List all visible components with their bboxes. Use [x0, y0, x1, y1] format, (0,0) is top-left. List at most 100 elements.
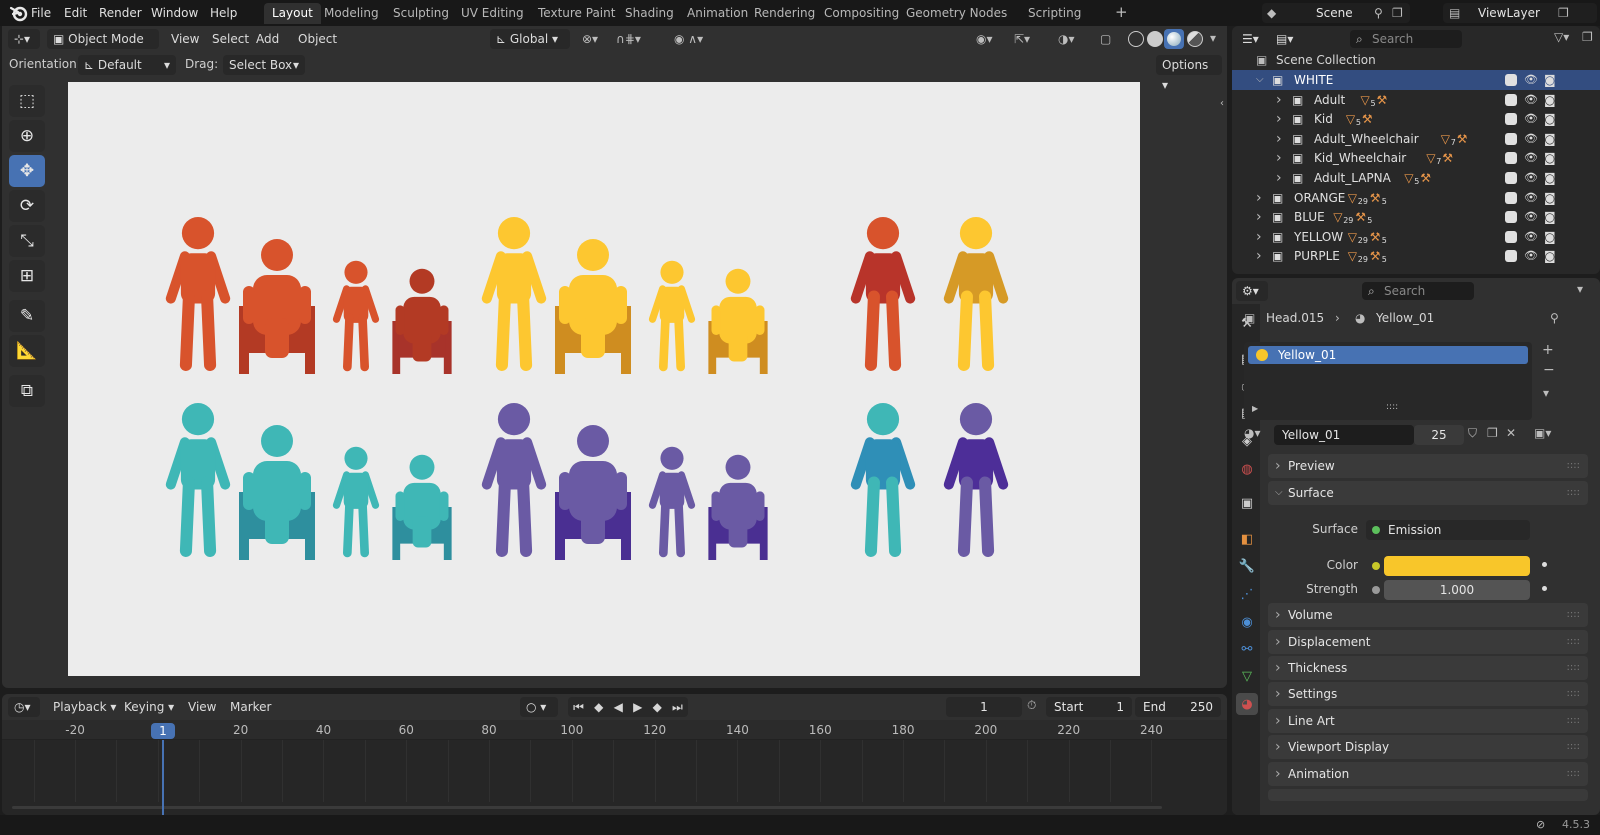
color-keyframe-icon[interactable] [1542, 562, 1547, 567]
scene-selector[interactable]: ◆ Scene ⚲ ❐ [1262, 3, 1410, 23]
breadcrumb-object[interactable]: Head.015 [1266, 308, 1324, 328]
tab-animation[interactable]: Animation [679, 3, 756, 24]
viewport-menu-select[interactable]: Select [206, 29, 255, 49]
props-tab-constraints[interactable]: ⚯ [1236, 638, 1258, 660]
adult-wheelchair-teal[interactable] [239, 425, 315, 560]
panel-partial[interactable] [1268, 789, 1588, 801]
material-browse-icon[interactable]: ◕▾ [1244, 426, 1261, 440]
orientation-dropdown[interactable]: ⊾ Default ▾ [78, 55, 176, 75]
props-options-icon[interactable]: ▾ [1577, 282, 1583, 296]
outliner-row-blue[interactable]: › ▣ BLUE ▽ 29 ⚒ 5 👁 ◙ [1232, 207, 1600, 227]
prev-keyframe-icon[interactable]: ◆ [594, 700, 603, 714]
camera-icon[interactable]: ◙ [1544, 148, 1556, 168]
adult-orange[interactable] [165, 217, 231, 371]
camera-icon[interactable]: ◙ [1544, 207, 1556, 227]
preview-range-icon[interactable]: ⏱ [1027, 698, 1036, 713]
exclude-checkbox[interactable] [1505, 113, 1517, 126]
list-resize-handle[interactable]: :::: [1386, 402, 1398, 412]
timeline-body[interactable] [2, 740, 1227, 815]
timeline-menu-marker[interactable]: Marker [224, 697, 277, 717]
viewport-menu-add[interactable]: Add [250, 29, 285, 49]
chevron-right-icon[interactable]: › [1256, 246, 1262, 266]
pivot-icon[interactable]: ⊗▾ [576, 29, 604, 49]
chevron-right-icon[interactable]: › [1276, 90, 1282, 110]
mode-dropdown[interactable]: ▣ Object Mode ▾ [47, 29, 159, 66]
wireframe-shading-icon[interactable] [1128, 31, 1144, 47]
eye-icon[interactable]: 👁 [1524, 227, 1538, 247]
drag-handle-icon[interactable]: :::: [1567, 454, 1580, 478]
camera-icon[interactable]: ◙ [1544, 246, 1556, 266]
eye-icon[interactable]: 👁 [1524, 168, 1538, 188]
kid-wheelchair-orange[interactable] [392, 268, 452, 374]
props-editor-type-button[interactable]: ⚙▾ [1236, 281, 1268, 301]
exclude-checkbox[interactable] [1505, 191, 1517, 204]
eye-icon[interactable]: 👁 [1524, 70, 1538, 90]
outliner-editor-type-button[interactable]: ☰▾ [1236, 29, 1268, 49]
camera-icon[interactable]: ◙ [1544, 70, 1556, 90]
tab-texture-paint[interactable]: Texture Paint [530, 3, 623, 24]
menu-render[interactable]: Render [94, 3, 147, 23]
props-search-input[interactable]: ⌕ Search [1362, 282, 1474, 300]
chevron-right-icon[interactable]: › [1256, 207, 1262, 227]
unlink-material-icon[interactable]: ✕ [1506, 426, 1516, 440]
current-frame-field[interactable]: 1 [946, 697, 1022, 717]
new-scene-icon[interactable]: ❐ [1392, 3, 1403, 23]
tab-sculpting[interactable]: Sculpting [385, 3, 457, 24]
panel-animation[interactable]: › Animation:::: [1268, 762, 1588, 786]
material-name-field[interactable]: Yellow_01 [1274, 425, 1414, 445]
panel-volume[interactable]: › Volume:::: [1268, 603, 1588, 627]
exclude-checkbox[interactable] [1505, 152, 1517, 165]
material-shading-icon[interactable] [1164, 29, 1184, 49]
timeline-editor-type-button[interactable]: ◷▾ [8, 697, 40, 717]
kid-wheelchair-teal[interactable] [392, 454, 452, 560]
menu-file[interactable]: File [26, 3, 56, 23]
drag-handle-icon[interactable]: :::: [1567, 709, 1580, 733]
tab-geometry-nodes[interactable]: Geometry Nodes [898, 3, 1015, 24]
panel-displacement[interactable]: › Displacement:::: [1268, 630, 1588, 654]
exclude-checkbox[interactable] [1505, 230, 1517, 243]
tab-shading[interactable]: Shading [617, 3, 682, 24]
panel-viewport-display[interactable]: › Viewport Display:::: [1268, 735, 1588, 759]
drag-handle-icon[interactable]: :::: [1567, 481, 1580, 505]
play-icon[interactable]: ▶ [633, 700, 642, 714]
tool-transform[interactable]: ⊞ [9, 260, 45, 292]
camera-view[interactable] [68, 82, 1140, 676]
camera-icon[interactable]: ◙ [1544, 90, 1556, 110]
tab-modeling[interactable]: Modeling [316, 3, 387, 24]
tool-cursor[interactable]: ⊕ [9, 120, 45, 152]
strength-keyframe-icon[interactable] [1542, 586, 1547, 591]
panel-preview[interactable]: › Preview:::: [1268, 454, 1588, 478]
link-type-icon[interactable]: ▣▾ [1534, 426, 1551, 440]
adult-yellow[interactable] [481, 217, 547, 371]
surface-shader-field[interactable]: Emission [1366, 520, 1530, 540]
pin-icon[interactable]: ⚲ [1374, 3, 1383, 23]
tab-layout[interactable]: Layout [264, 3, 321, 24]
props-tab-material[interactable]: ◕ [1236, 693, 1258, 715]
viewport-menu-view[interactable]: View [165, 29, 205, 49]
material-users-count[interactable]: 25 [1414, 425, 1464, 445]
tab-uv-editing[interactable]: UV Editing [453, 3, 532, 24]
outliner-row-yellow[interactable]: › ▣ YELLOW ▽ 29 ⚒ 5 👁 ◙ [1232, 227, 1600, 247]
chevron-right-icon[interactable]: › [1276, 129, 1282, 149]
kid-orange[interactable] [332, 260, 380, 372]
exclude-checkbox[interactable] [1505, 74, 1517, 86]
timeline-menu-playback[interactable]: Playback ▾ [47, 697, 122, 717]
exclude-checkbox[interactable] [1505, 172, 1517, 184]
kid-purple[interactable] [648, 446, 696, 558]
playhead-frame-badge[interactable]: 1 [151, 723, 175, 739]
outliner-row-purple[interactable]: › ▣ PURPLE ▽ 29 ⚒ 5 👁 ◙ [1232, 246, 1600, 266]
play-reverse-icon[interactable]: ◀ [614, 700, 623, 714]
outliner-row-orange[interactable]: › ▣ ORANGE ▽ 29 ⚒ 5 👁 ◙ [1232, 188, 1600, 208]
tool-measure[interactable]: 📐 [9, 335, 45, 367]
eye-icon[interactable]: 👁 [1524, 109, 1538, 129]
new-collection-icon[interactable]: ❐ [1582, 30, 1593, 44]
shading-options-icon[interactable]: ▾ [1210, 31, 1216, 45]
chevron-right-icon[interactable]: › [1256, 227, 1262, 247]
slot-specials-icon[interactable]: ▾ [1543, 386, 1549, 400]
menu-edit[interactable]: Edit [59, 3, 92, 23]
props-tab-physics[interactable]: ◉ [1236, 611, 1258, 633]
overlay-icon[interactable]: ◑▾ [1052, 29, 1081, 49]
kid-yellow[interactable] [648, 260, 696, 372]
snap-icon[interactable]: ∩⋕▾ [610, 29, 647, 49]
outliner-row-adult-wheelchair[interactable]: › ▣ Adult_Wheelchair ▽ 7 ⚒ 👁 ◙ [1232, 129, 1600, 149]
